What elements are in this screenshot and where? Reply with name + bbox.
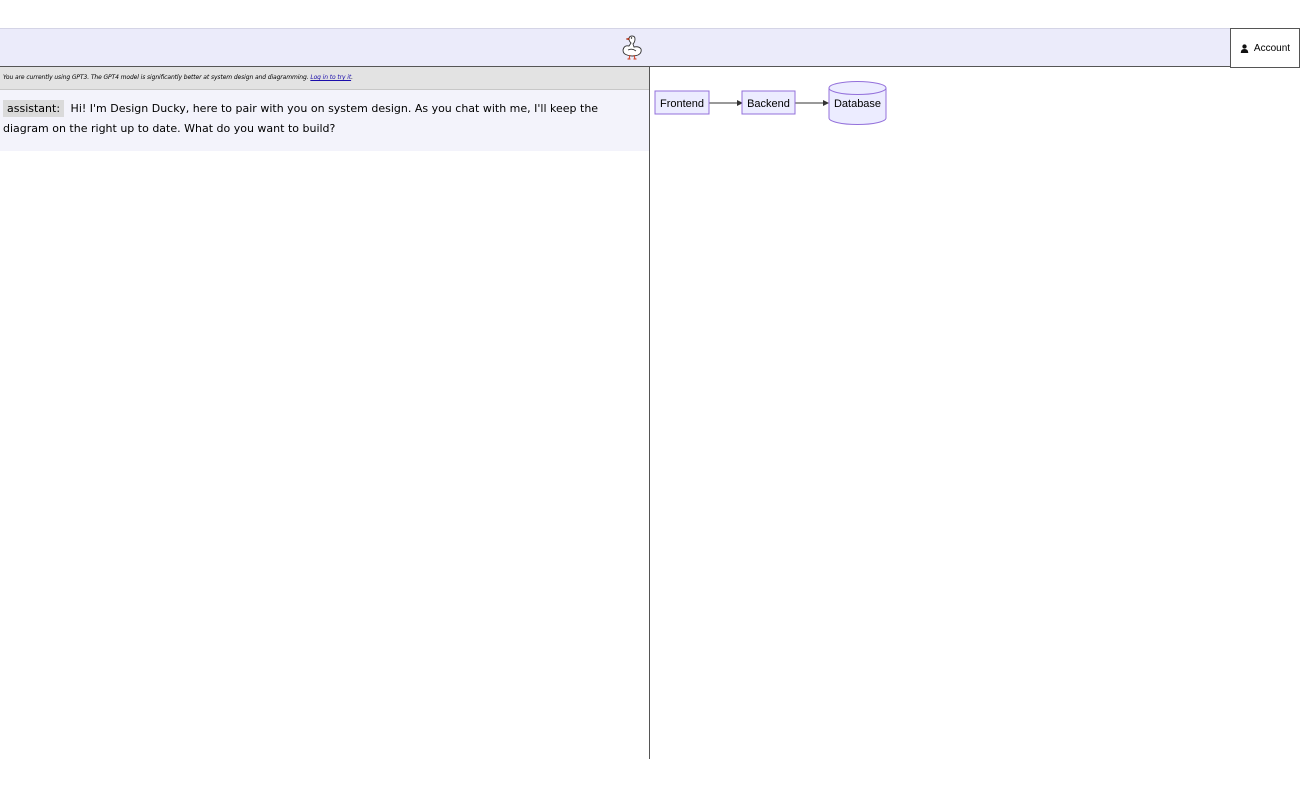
model-notice: You are currently using GPT3. The GPT4 m… — [0, 67, 649, 90]
duck-icon[interactable] — [617, 33, 645, 61]
node-frontend-label: Frontend — [660, 98, 704, 110]
account-label: Account — [1253, 42, 1291, 54]
account-button[interactable]: Account — [1230, 28, 1300, 68]
chat-message: assistant: Hi! I'm Design Ducky, here to… — [0, 90, 649, 151]
node-database[interactable]: Database — [828, 81, 887, 125]
notice-suffix: . — [351, 74, 353, 81]
message-role-badge: assistant: — [3, 100, 65, 117]
login-link[interactable]: Log in to try it — [310, 74, 351, 81]
node-frontend[interactable]: Frontend — [654, 90, 710, 115]
top-bar: Account — [0, 28, 1300, 68]
user-icon — [1240, 43, 1249, 53]
node-database-label: Database — [834, 98, 881, 110]
node-backend-label: Backend — [747, 98, 790, 110]
node-backend[interactable]: Backend — [741, 90, 796, 115]
message-text: Hi! I'm Design Ducky, here to pair with … — [3, 102, 599, 135]
system-diagram[interactable]: Frontend Backend Database — [650, 67, 1300, 759]
chat-pane: You are currently using GPT3. The GPT4 m… — [0, 67, 650, 759]
diagram-pane: Frontend Backend Database — [650, 67, 1300, 759]
notice-text: You are currently using GPT3. The GPT4 m… — [3, 74, 311, 81]
